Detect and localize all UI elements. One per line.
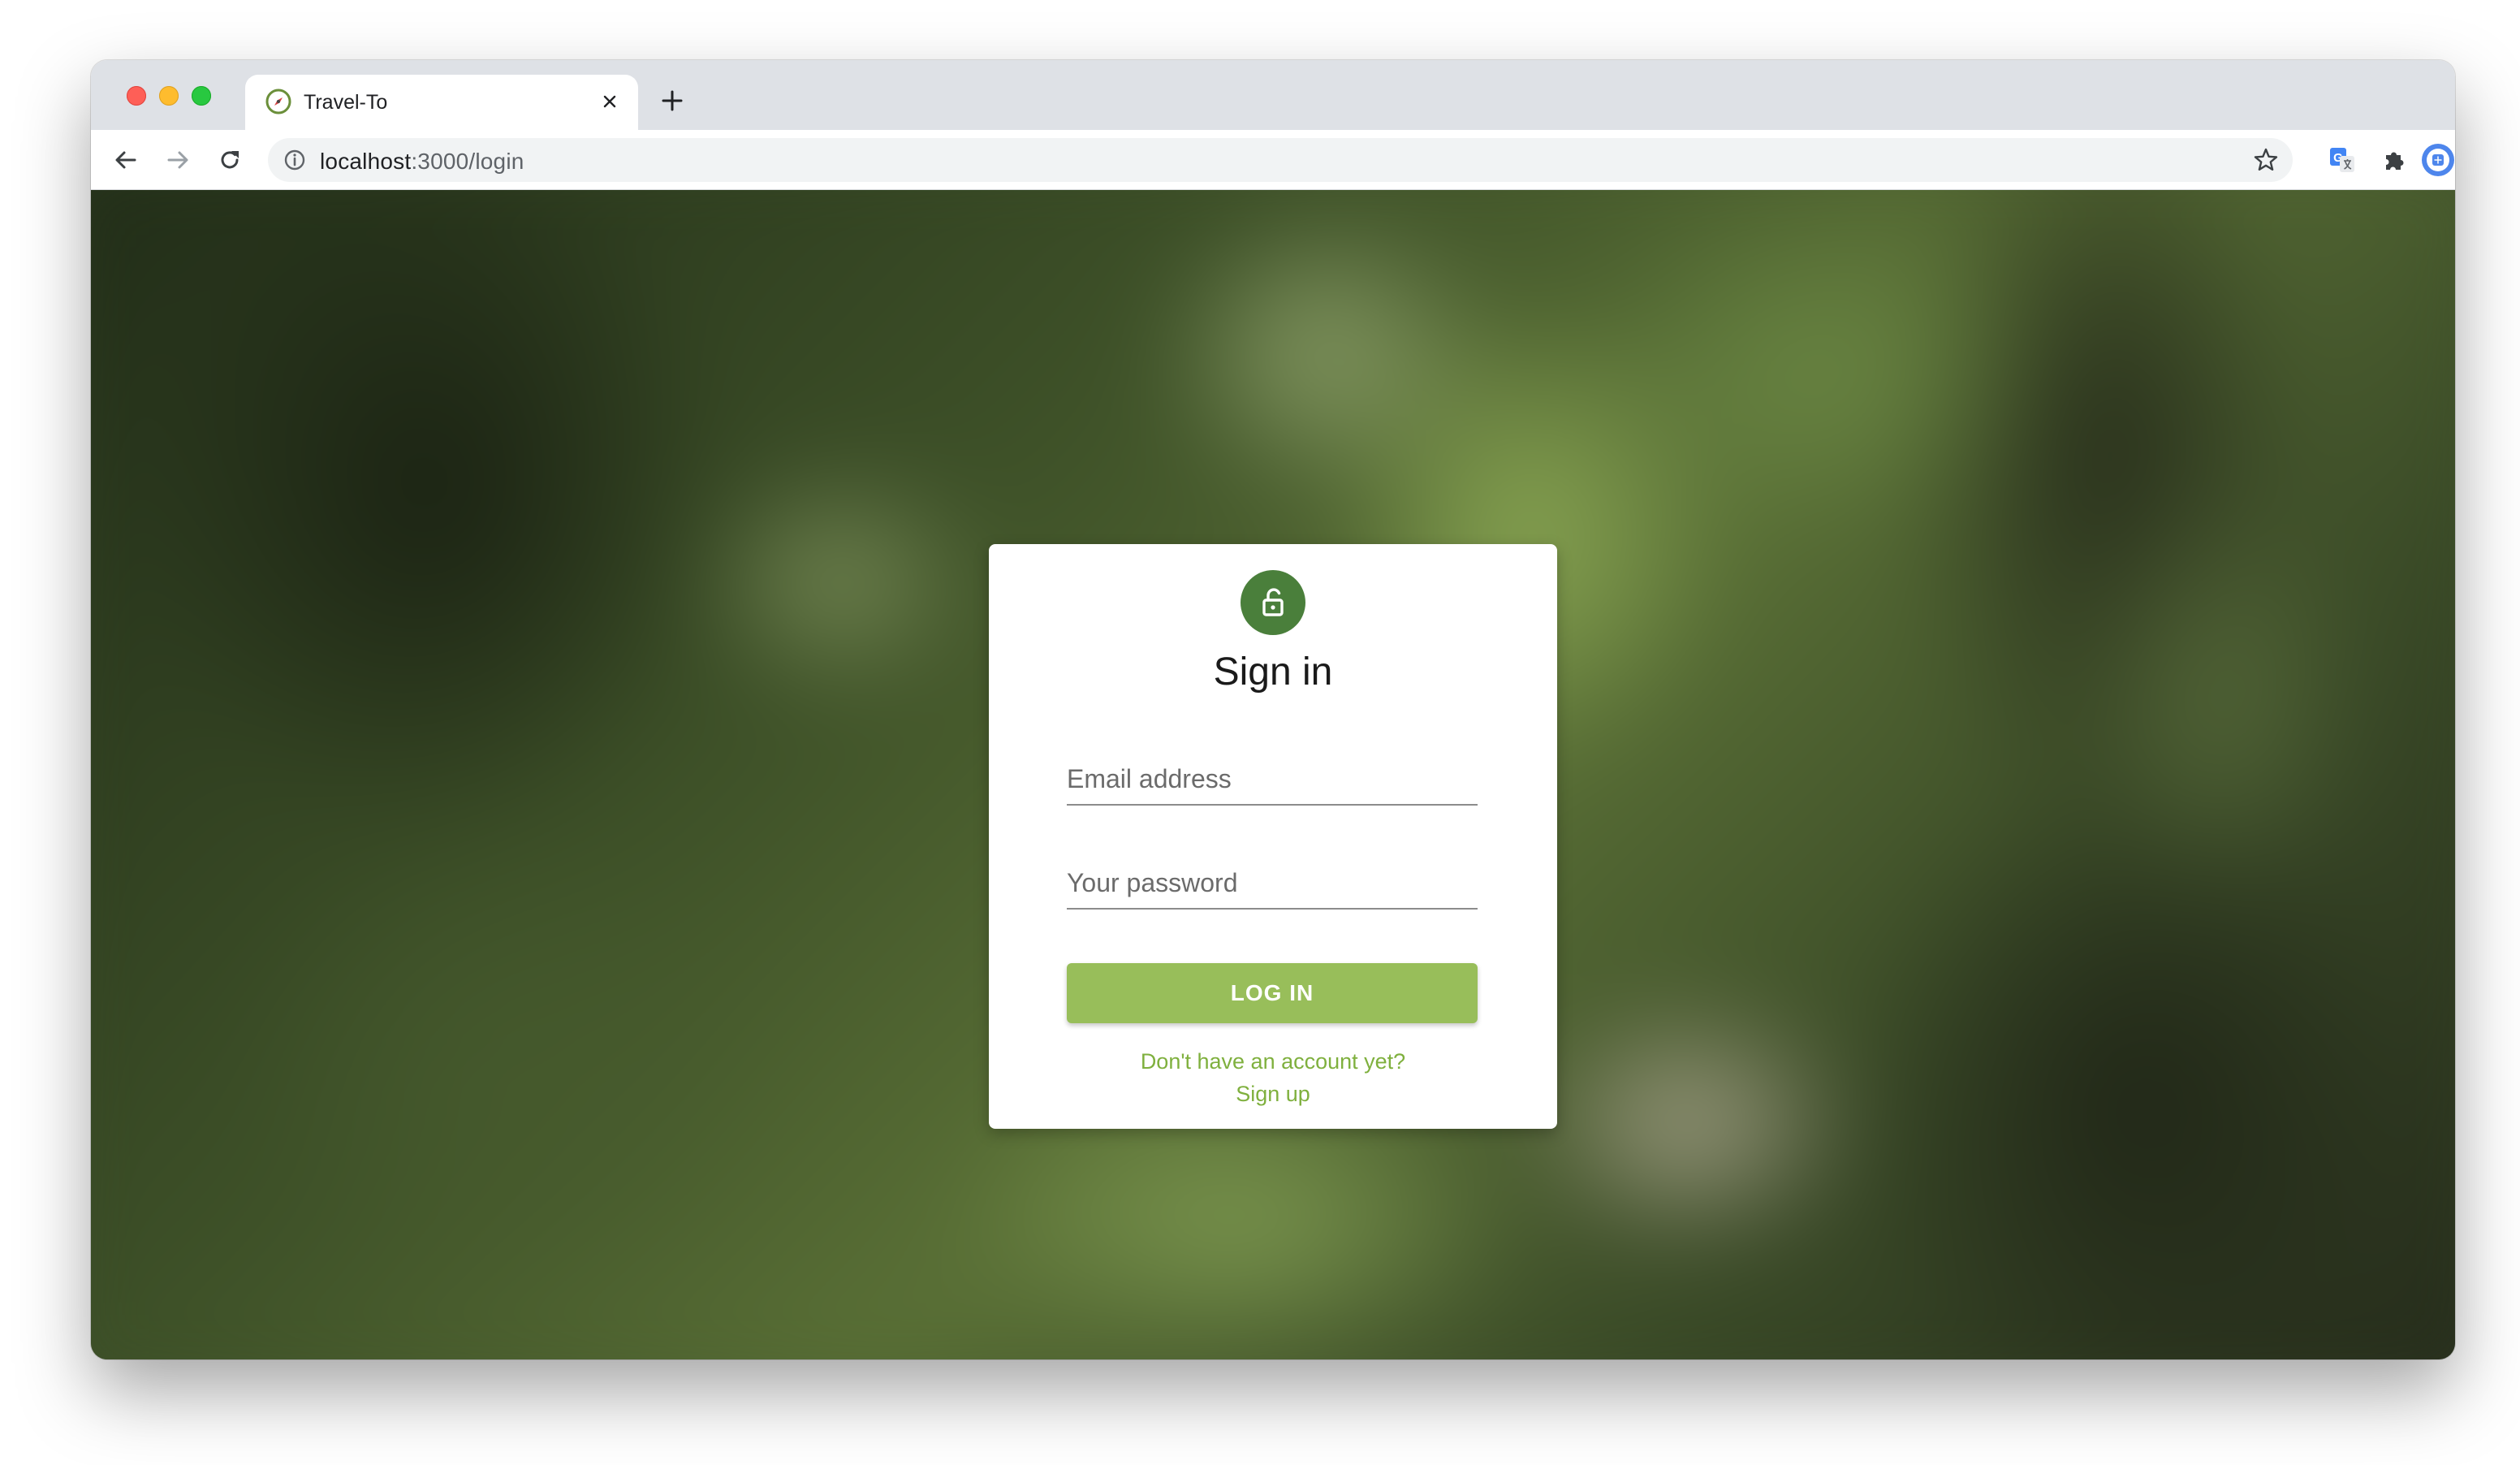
password-input[interactable] [1067, 862, 1478, 903]
url-path: :3000/login [411, 149, 524, 174]
extensions-puzzle-icon[interactable] [2375, 141, 2413, 179]
back-arrow-icon[interactable] [107, 141, 145, 179]
log-in-button[interactable]: LOG IN [1067, 963, 1478, 1023]
profile-avatar-icon[interactable] [2419, 141, 2455, 179]
signup-prompt: Don't have an account yet? [1140, 1049, 1406, 1074]
tab-close-icon[interactable] [596, 88, 624, 115]
minimize-window-button[interactable] [159, 86, 179, 106]
lock-open-icon [1241, 570, 1305, 635]
tab-title: Travel-To [304, 91, 388, 114]
star-icon[interactable] [2252, 146, 2280, 174]
translate-icon[interactable]: G [2324, 141, 2361, 179]
address-bar[interactable]: localhost:3000/login [268, 138, 2293, 182]
url-text: localhost:3000/login [320, 149, 524, 175]
new-tab-plus-icon[interactable] [654, 83, 690, 119]
forward-arrow-icon[interactable] [159, 141, 196, 179]
reload-icon[interactable] [211, 141, 248, 179]
browser-window: Travel-To localhost:3000/login G Sign in… [91, 60, 2455, 1359]
compass-icon [265, 88, 292, 115]
page-viewport: Sign in LOG IN Don't have an account yet… [91, 190, 2455, 1359]
maximize-window-button[interactable] [192, 86, 211, 106]
login-card: Sign in LOG IN Don't have an account yet… [989, 544, 1557, 1129]
email-input[interactable] [1067, 758, 1478, 799]
close-window-button[interactable] [127, 86, 146, 106]
password-field [1067, 851, 1478, 910]
sign-in-title: Sign in [1213, 650, 1333, 694]
info-icon[interactable] [283, 148, 307, 172]
email-field [1067, 747, 1478, 806]
browser-toolbar: localhost:3000/login G [91, 130, 2455, 190]
url-host: localhost [320, 149, 412, 174]
tab-travel-to[interactable]: Travel-To [245, 75, 638, 130]
sign-up-link[interactable]: Sign up [989, 1082, 1557, 1107]
tab-strip: Travel-To [91, 60, 2455, 130]
